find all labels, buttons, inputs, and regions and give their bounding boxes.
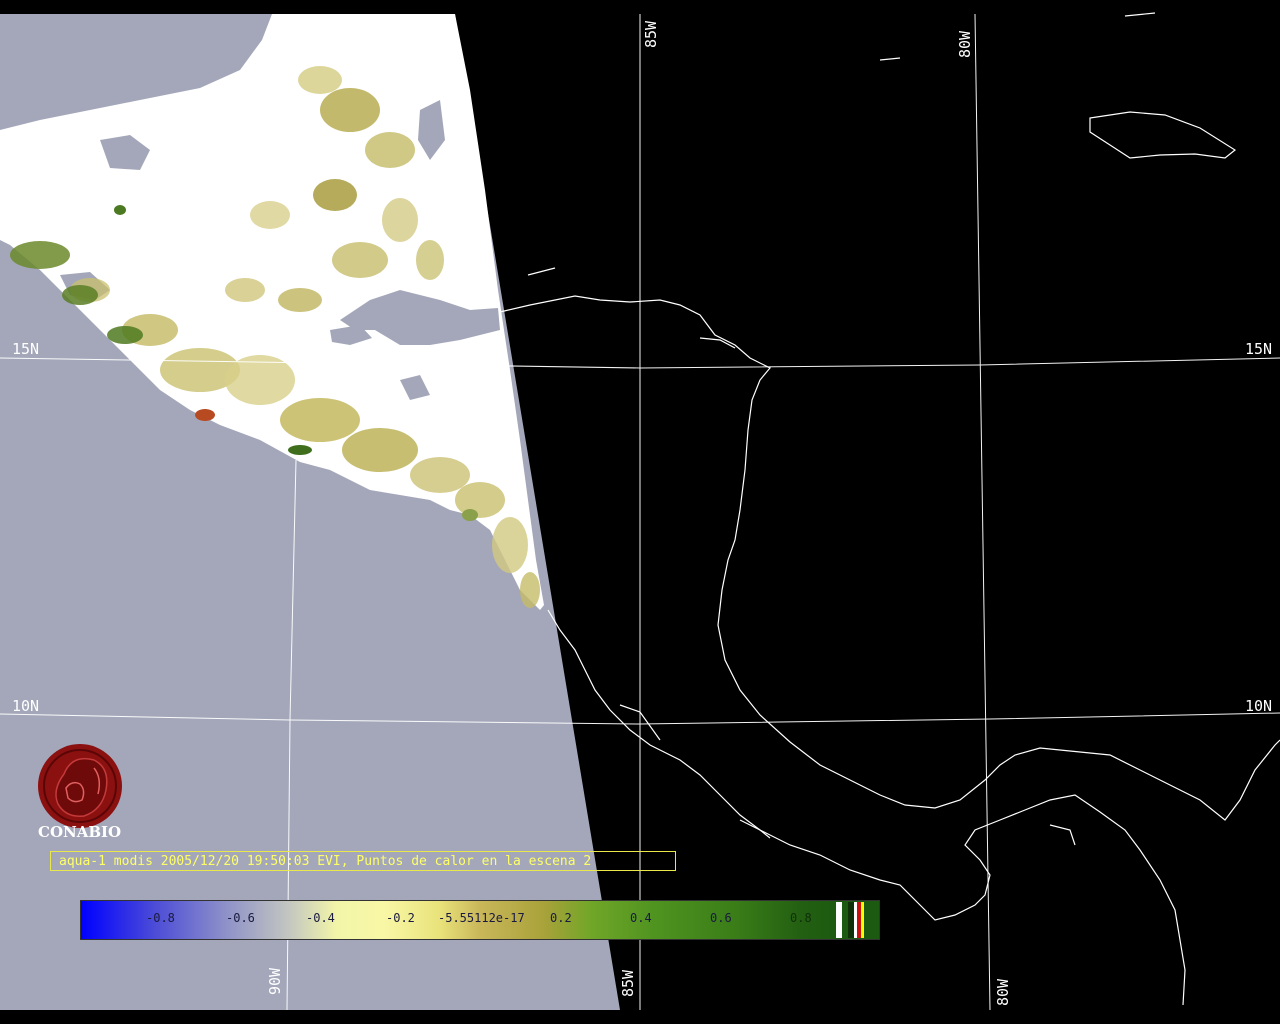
logo-text: CONABIO (38, 823, 122, 841)
grid-label-10n-right: 10N (1245, 697, 1273, 715)
colorbar-white-segment (836, 902, 842, 938)
grid-label-80w-top: 80W (956, 30, 974, 58)
grid-label-15n-left: 15N (12, 340, 40, 358)
colorbar-tick: -5.55112e-17 (438, 911, 525, 925)
grid-label-90w-bottom: 90W (266, 967, 284, 995)
colorbar-tick: -0.6 (226, 911, 255, 925)
grid-label-80w-bottom: 80W (994, 978, 1012, 1006)
grid-label-85w-top: 85W (642, 20, 660, 48)
colorbar-tick: -0.2 (386, 911, 415, 925)
grid-label-15n-right: 15N (1245, 340, 1273, 358)
colorbar-yellow-segment (861, 902, 864, 938)
colorbar-tick: -0.8 (146, 911, 175, 925)
grid-label-10n-left: 10N (12, 697, 40, 715)
colorbar-tick: -0.4 (306, 911, 335, 925)
colorbar-tick: 0.8 (790, 911, 812, 925)
grid-label-85w-bottom: 85W (619, 969, 637, 997)
colorbar-tick: 0.2 (550, 911, 572, 925)
colorbar-tick: 0.6 (710, 911, 732, 925)
colorbar-tick: 0.4 (630, 911, 652, 925)
scene-caption: aqua-1 modis 2005/12/20 19:50:03 EVI, Pu… (50, 851, 676, 871)
